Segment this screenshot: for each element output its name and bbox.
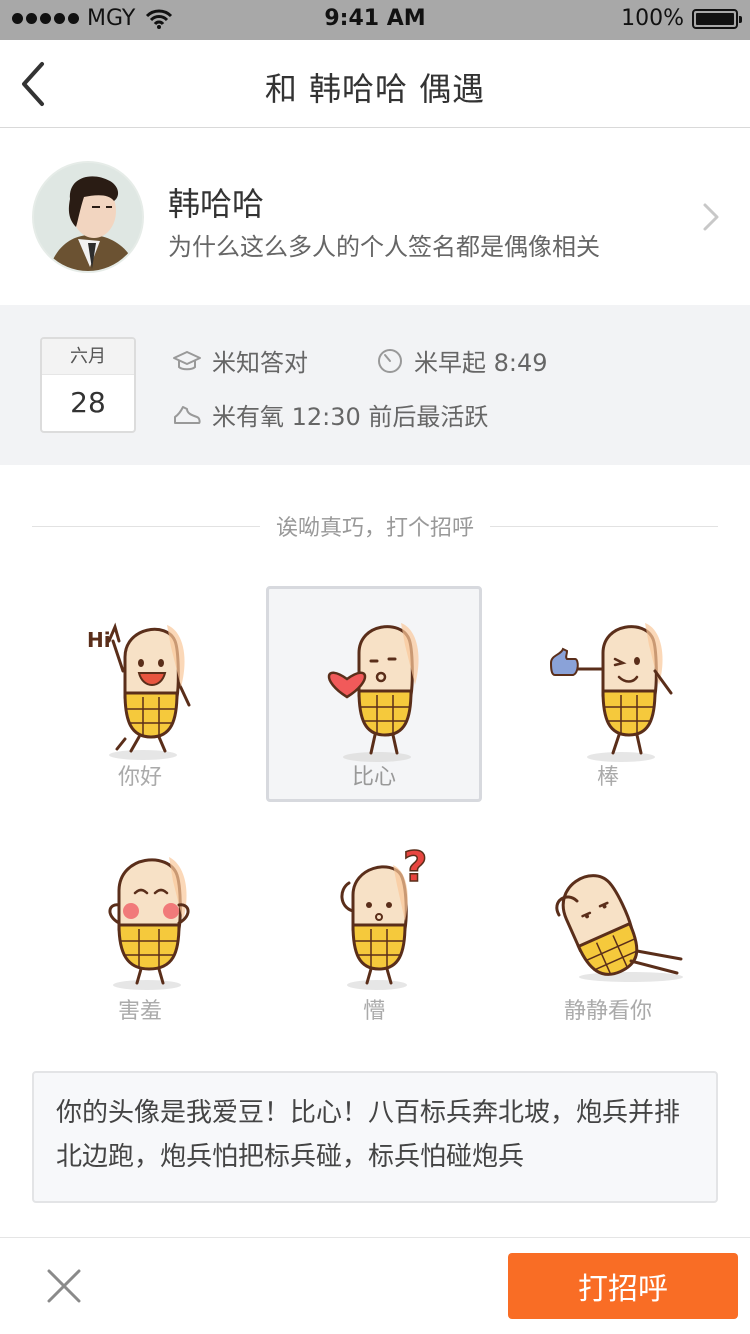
greeting-title: 诶呦真巧，打个招呼 bbox=[276, 516, 475, 541]
sticker-image bbox=[555, 874, 683, 982]
nav-bar: 和 韩哈哈 偶遇 bbox=[0, 40, 750, 128]
greeting-message-input[interactable]: 你的头像是我爱豆！比心！八百标兵奔北坡，炮兵并排北边跑，炮兵怕把标兵碰，标兵怕碰… bbox=[32, 1071, 718, 1203]
avatar[interactable] bbox=[32, 161, 144, 273]
sticker-image: ? bbox=[340, 841, 428, 990]
profile-card[interactable]: 韩哈哈 为什么这么多人的个人签名都是偶像相关 bbox=[0, 129, 750, 305]
divider-line bbox=[32, 525, 260, 527]
sticker-label: 静静看你 bbox=[563, 999, 652, 1024]
sticker-confused[interactable]: ? 懵 bbox=[266, 820, 482, 1036]
calendar-day: 28 bbox=[70, 386, 106, 419]
info-item-label: 米知答对 bbox=[212, 349, 308, 377]
calendar-badge: 六月 28 bbox=[40, 337, 136, 433]
divider-line bbox=[490, 525, 719, 527]
question-mark-icon: ? bbox=[403, 842, 427, 891]
sticker-thumbs-up[interactable]: 棒 bbox=[500, 586, 716, 802]
calendar-month: 六月 bbox=[42, 339, 134, 375]
battery-info: 100% bbox=[621, 6, 742, 31]
sticker-image bbox=[327, 623, 419, 762]
profile-signature: 为什么这么多人的个人签名都是偶像相关 bbox=[168, 233, 600, 261]
sticker-image bbox=[108, 857, 190, 990]
info-item-label: 米有氧 12:30 前后最活跃 bbox=[212, 403, 489, 431]
hi-text: Hi bbox=[87, 628, 111, 652]
sticker-finger-heart[interactable]: 比心 bbox=[266, 586, 482, 802]
sticker-label: 你好 bbox=[117, 765, 162, 790]
sticker-watching[interactable]: 静静看你 bbox=[500, 820, 716, 1036]
status-bar: MGY 9:41 AM 100% bbox=[0, 0, 750, 40]
info-item-wake: 米早起 8:49 bbox=[376, 343, 548, 378]
sticker-label: 懵 bbox=[362, 999, 385, 1024]
sticker-shy[interactable]: 害羞 bbox=[32, 820, 248, 1036]
greeting-divider: 诶呦真巧，打个招呼 bbox=[32, 508, 719, 544]
sticker-image bbox=[549, 623, 673, 762]
battery-icon bbox=[692, 8, 742, 29]
say-hi-button[interactable]: 打招呼 bbox=[508, 1253, 738, 1319]
info-item-label: 米早起 8:49 bbox=[414, 349, 548, 377]
page-title: 和 韩哈哈 偶遇 bbox=[264, 70, 486, 108]
sticker-label: 比心 bbox=[351, 765, 396, 790]
close-icon[interactable] bbox=[44, 1266, 84, 1306]
clock-icon bbox=[378, 348, 402, 373]
activity-info: 六月 28 米知答对 米早起 8:49 米有氧 12:30 前后最活跃 bbox=[0, 305, 750, 465]
sticker-label: 害羞 bbox=[117, 999, 162, 1024]
bottom-bar: 打招呼 bbox=[0, 1237, 750, 1334]
avatar-illustration bbox=[34, 163, 142, 271]
shoe-icon bbox=[174, 405, 201, 424]
sticker-label: 棒 bbox=[596, 765, 619, 790]
graduation-cap-icon bbox=[173, 350, 201, 370]
profile-name: 韩哈哈 bbox=[168, 185, 265, 223]
sticker-hello[interactable]: Hi 你好 bbox=[32, 586, 248, 802]
chevron-right-icon[interactable] bbox=[700, 201, 722, 233]
info-item-quiz: 米知答对 bbox=[172, 343, 308, 378]
sticker-image: Hi bbox=[87, 622, 191, 760]
battery-percent: 100% bbox=[621, 6, 684, 31]
info-item-exercise: 米有氧 12:30 前后最活跃 bbox=[172, 397, 488, 432]
